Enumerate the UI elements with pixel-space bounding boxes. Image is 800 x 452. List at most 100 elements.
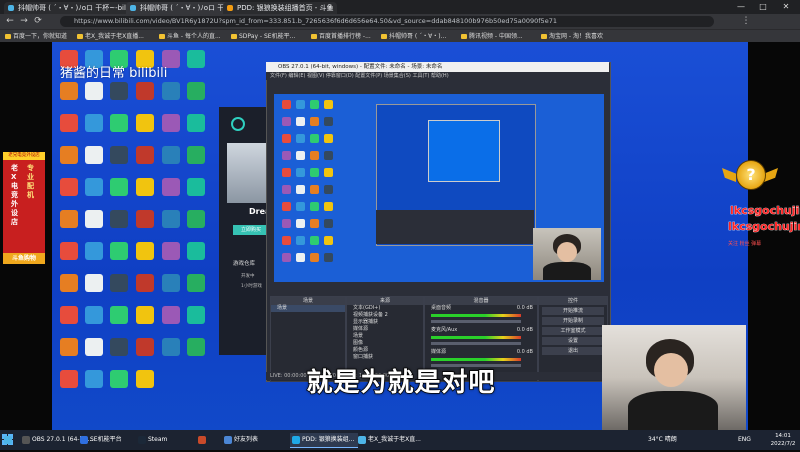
- desktop-shortcut-icon[interactable]: [85, 114, 103, 132]
- desktop-shortcut-icon[interactable]: [187, 114, 205, 132]
- desktop-shortcut-icon[interactable]: [162, 146, 180, 164]
- desktop-shortcut-icon[interactable]: [162, 82, 180, 100]
- source-item[interactable]: 显示器捕获: [347, 319, 423, 326]
- forward-icon[interactable]: →: [18, 15, 30, 28]
- desktop-shortcut-icon[interactable]: [187, 146, 205, 164]
- taskbar-clock[interactable]: 14:01 2022/7/2: [768, 432, 798, 448]
- volume-slider[interactable]: [431, 320, 521, 323]
- obs-control-button[interactable]: 工作室模式: [542, 327, 604, 335]
- bookmark-item[interactable]: 百度首播排行榜 -...: [310, 31, 371, 42]
- desktop-shortcut-icon[interactable]: [187, 306, 205, 324]
- obs-control-button[interactable]: 开始推流: [542, 307, 604, 315]
- desktop-shortcut-icon[interactable]: [85, 306, 103, 324]
- desktop-shortcut-icon[interactable]: [136, 114, 154, 132]
- desktop-shortcut-icon[interactable]: [187, 178, 205, 196]
- desktop-shortcut-icon[interactable]: [110, 370, 128, 388]
- library-item[interactable]: 1小时游戏: [241, 283, 262, 289]
- desktop-shortcut-icon[interactable]: [60, 210, 78, 228]
- back-icon[interactable]: ←: [4, 15, 16, 28]
- desktop-shortcut-icon[interactable]: [187, 210, 205, 228]
- bookmark-item[interactable]: SDPay - SE机能平...: [230, 31, 295, 42]
- bookmark-item[interactable]: 淘宝网 - 淘！我喜欢: [540, 31, 603, 42]
- desktop-shortcut-icon[interactable]: [85, 146, 103, 164]
- desktop-shortcut-icon[interactable]: [136, 370, 154, 388]
- desktop-shortcut-icon[interactable]: [110, 338, 128, 356]
- desktop-shortcut-icon[interactable]: [110, 242, 128, 260]
- start-button[interactable]: [2, 433, 16, 447]
- promo-banner[interactable]: 老兄电竞外设店 老X电竞外设店 专业配机 斗鱼购物: [3, 152, 45, 264]
- desktop-shortcut-icon[interactable]: [136, 82, 154, 100]
- close-window-icon[interactable]: ✕: [775, 0, 797, 14]
- desktop-shortcut-icon[interactable]: [60, 338, 78, 356]
- desktop-shortcut-icon[interactable]: [85, 210, 103, 228]
- desktop-shortcut-icon[interactable]: [187, 50, 205, 68]
- browser-tab-1[interactable]: 抖帽帅哥 ( ´・∀・)ﾉoロ 干杯~-bilibili ✕: [4, 2, 138, 14]
- desktop-shortcut-icon[interactable]: [187, 274, 205, 292]
- desktop-shortcut-icon[interactable]: [60, 114, 78, 132]
- desktop-shortcut-icon[interactable]: [110, 210, 128, 228]
- url-field[interactable]: https://www.bilibili.com/video/BV1R6y187…: [60, 16, 714, 27]
- taskbar-app-button[interactable]: 好友列表: [222, 433, 290, 447]
- desktop-shortcut-icon[interactable]: [60, 274, 78, 292]
- source-item[interactable]: 媒体源: [347, 326, 423, 333]
- source-item[interactable]: 窗口捕获: [347, 354, 423, 361]
- desktop-shortcut-icon[interactable]: [136, 306, 154, 324]
- desktop-shortcut-icon[interactable]: [162, 114, 180, 132]
- source-item[interactable]: 颜色源: [347, 347, 423, 354]
- browser-tab-2[interactable]: 抖帽帅哥 ( ´・∀・)ﾉoロ 干杯~-bilibi ✕: [126, 2, 235, 14]
- new-tab-button[interactable]: +: [325, 2, 337, 14]
- desktop-shortcut-icon[interactable]: [162, 306, 180, 324]
- obs-control-button[interactable]: 开始录制: [542, 317, 604, 325]
- source-item[interactable]: 视频捕获设备 2: [347, 312, 423, 319]
- source-item[interactable]: 文本(GDI+): [347, 305, 423, 312]
- obs-menu-bar[interactable]: 文件(F) 编辑(E) 视图(V) 停靠窗口(D) 配置文件(P) 场景集合(S…: [266, 72, 609, 80]
- desktop-shortcut-icon[interactable]: [136, 146, 154, 164]
- taskbar-app-button[interactable]: [196, 433, 222, 447]
- desktop-shortcut-icon[interactable]: [85, 178, 103, 196]
- desktop-shortcut-icon[interactable]: [187, 338, 205, 356]
- taskbar-app-button[interactable]: Steam: [136, 433, 188, 447]
- obs-control-button[interactable]: 退出: [542, 347, 604, 355]
- desktop-shortcut-icon[interactable]: [187, 82, 205, 100]
- desktop-shortcut-icon[interactable]: [60, 306, 78, 324]
- extensions-icon[interactable]: ⋮: [740, 15, 752, 28]
- reload-icon[interactable]: ⟳: [32, 15, 44, 28]
- desktop-shortcut-icon[interactable]: [110, 82, 128, 100]
- minimize-icon[interactable]: —: [730, 0, 752, 14]
- desktop-shortcut-icon[interactable]: [60, 146, 78, 164]
- volume-slider[interactable]: [431, 342, 521, 345]
- bookmark-item[interactable]: 腾讯视频 - 中国领...: [460, 31, 523, 42]
- desktop-shortcut-icon[interactable]: [60, 178, 78, 196]
- desktop-shortcut-icon[interactable]: [162, 178, 180, 196]
- bookmark-item[interactable]: 斗鱼 - 每个人的直...: [158, 31, 221, 42]
- desktop-shortcut-icon[interactable]: [162, 338, 180, 356]
- desktop-shortcut-icon[interactable]: [85, 82, 103, 100]
- desktop-shortcut-icon[interactable]: [110, 146, 128, 164]
- browser-tab-3[interactable]: PDD: 银狼换装组播首页 - 斗鱼 ✕: [223, 2, 337, 14]
- desktop-shortcut-icon[interactable]: [162, 274, 180, 292]
- bookmark-item[interactable]: 抖帽帅哥 ( ´・∀・)...: [380, 31, 446, 42]
- desktop-shortcut-icon[interactable]: [136, 338, 154, 356]
- desktop-shortcut-icon[interactable]: [136, 242, 154, 260]
- desktop-shortcut-icon[interactable]: [110, 306, 128, 324]
- scene-item[interactable]: 场景: [271, 305, 345, 312]
- taskbar-app-button[interactable]: 老X_我诚于老X直...: [356, 433, 430, 447]
- buy-button[interactable]: 立即购买: [233, 225, 269, 235]
- weather-widget[interactable]: 34°C 晴朗: [648, 430, 677, 450]
- desktop-shortcut-icon[interactable]: [110, 114, 128, 132]
- bookmark-item[interactable]: 老X_我诚于老X直播...: [76, 31, 144, 42]
- desktop-shortcut-icon[interactable]: [110, 178, 128, 196]
- desktop-shortcut-icon[interactable]: [85, 274, 103, 292]
- desktop-shortcut-icon[interactable]: [136, 210, 154, 228]
- desktop-shortcut-icon[interactable]: [85, 338, 103, 356]
- desktop-shortcut-icon[interactable]: [110, 274, 128, 292]
- desktop-shortcut-icon[interactable]: [187, 242, 205, 260]
- input-language[interactable]: ENG: [738, 430, 751, 450]
- taskbar-app-button[interactable]: PDD: 银狼换装组...: [290, 433, 358, 448]
- desktop-shortcut-icon[interactable]: [85, 242, 103, 260]
- maximize-icon[interactable]: □: [752, 0, 774, 14]
- bookmark-item[interactable]: 百度一下，你就知道: [4, 31, 67, 42]
- desktop-shortcut-icon[interactable]: [162, 210, 180, 228]
- desktop-shortcut-icon[interactable]: [60, 370, 78, 388]
- desktop-shortcut-icon[interactable]: [136, 274, 154, 292]
